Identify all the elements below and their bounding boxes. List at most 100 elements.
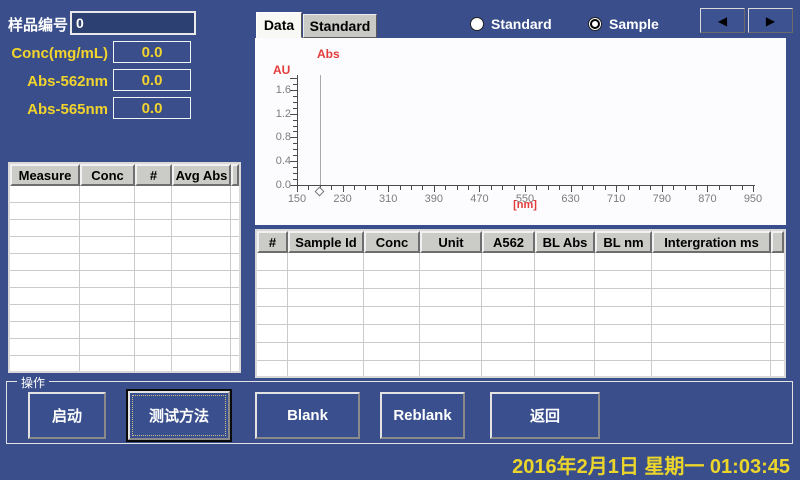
table-cell <box>80 339 135 355</box>
table-row <box>10 203 239 220</box>
x-tick <box>457 186 458 190</box>
table-cell <box>135 322 172 338</box>
operations-legend: 操作 <box>17 374 49 391</box>
results-table[interactable]: #Sample IdConcUnitA562BL AbsBL nmIntergr… <box>255 229 786 378</box>
table-cell <box>172 271 231 287</box>
table-cell <box>135 203 172 219</box>
table-cell <box>288 253 364 270</box>
table-cell <box>364 361 420 378</box>
x-tick <box>308 186 309 190</box>
table-cell <box>10 254 80 270</box>
measure-table[interactable]: MeasureConc#Avg Abs <box>8 162 241 373</box>
column-header <box>231 164 239 186</box>
table-cell <box>652 343 771 360</box>
prev-button[interactable]: ◀ <box>700 8 745 33</box>
x-tick <box>559 186 560 190</box>
column-header: # <box>257 231 288 253</box>
table-cell <box>135 288 172 304</box>
radio-standard[interactable]: Standard <box>470 14 552 34</box>
table-cell <box>771 343 784 360</box>
table-row <box>257 307 784 325</box>
table-cell <box>288 325 364 342</box>
x-tick <box>639 186 640 190</box>
table-cell <box>771 271 784 288</box>
y-tick <box>293 149 297 150</box>
x-tick <box>297 186 298 192</box>
table-cell <box>135 356 172 372</box>
x-tick <box>685 186 686 190</box>
column-header: Unit <box>420 231 482 253</box>
y-tick-label: 1.6 <box>267 84 291 96</box>
reblank-button[interactable]: Reblank <box>380 392 465 439</box>
x-tick <box>514 186 515 190</box>
method-button[interactable]: 测试方法 <box>126 389 232 442</box>
y-tick <box>293 179 297 180</box>
table-cell <box>771 361 784 378</box>
next-button[interactable]: ▶ <box>748 8 793 33</box>
table-cell <box>771 253 784 270</box>
y-tick <box>293 155 297 156</box>
blank-button[interactable]: Blank <box>255 392 360 439</box>
table-body <box>10 186 239 373</box>
table-cell <box>80 305 135 321</box>
table-cell <box>231 288 239 304</box>
table-cell <box>231 237 239 253</box>
x-tick <box>650 186 651 190</box>
sample-id-label: 样品编号 <box>8 14 68 35</box>
wavelength-marker-handle[interactable] <box>314 187 324 197</box>
table-cell <box>652 253 771 270</box>
table-cell <box>10 203 80 219</box>
y-axis-line <box>297 75 298 186</box>
x-tick-label: 390 <box>419 193 449 205</box>
y-tick <box>293 131 297 132</box>
x-tick <box>730 186 731 190</box>
table-cell <box>257 289 288 306</box>
table-cell <box>80 271 135 287</box>
table-cell <box>257 361 288 378</box>
tab-standard[interactable]: Standard <box>303 14 377 38</box>
table-row <box>257 271 784 289</box>
x-tick <box>502 186 503 190</box>
table-cell <box>10 356 80 372</box>
table-cell <box>420 289 482 306</box>
y-tick <box>293 120 297 121</box>
table-cell <box>364 325 420 342</box>
table-row <box>257 325 784 343</box>
table-cell <box>652 325 771 342</box>
column-header: A562 <box>482 231 535 253</box>
column-header: Intergration ms <box>652 231 771 253</box>
x-tick-label: 310 <box>373 193 403 205</box>
sample-id-input[interactable] <box>70 11 196 35</box>
table-cell <box>231 203 239 219</box>
table-cell <box>172 356 231 372</box>
y-tick-label: 0.0 <box>267 179 291 191</box>
blank-button-label: Blank <box>287 407 328 424</box>
table-cell <box>420 271 482 288</box>
radio-sample[interactable]: Sample <box>588 14 659 34</box>
start-button[interactable]: 启动 <box>28 392 106 439</box>
x-tick-label: 790 <box>647 193 677 205</box>
x-tick <box>365 186 366 190</box>
abs562-value: 0.0 <box>113 69 191 91</box>
y-tick <box>293 108 297 109</box>
x-tick <box>468 186 469 190</box>
table-cell <box>420 361 482 378</box>
tab-data[interactable]: Data <box>256 12 302 38</box>
table-cell <box>10 322 80 338</box>
x-tick-label: 470 <box>464 193 494 205</box>
column-header: Conc <box>364 231 420 253</box>
table-row <box>10 220 239 237</box>
table-row <box>257 361 784 378</box>
table-cell <box>535 289 595 306</box>
table-cell <box>135 339 172 355</box>
table-cell <box>257 253 288 270</box>
table-cell <box>172 254 231 270</box>
table-cell <box>257 307 288 324</box>
instrument-screen: 样品编号 Conc(mg/mL) 0.0 Abs-562nm 0.0 Abs-5… <box>0 0 800 480</box>
chart-y-axis-label: AU <box>273 63 290 77</box>
table-row <box>10 271 239 288</box>
return-button[interactable]: 返回 <box>490 392 600 439</box>
table-cell <box>288 361 364 378</box>
table-row <box>257 253 784 271</box>
table-cell <box>10 305 80 321</box>
